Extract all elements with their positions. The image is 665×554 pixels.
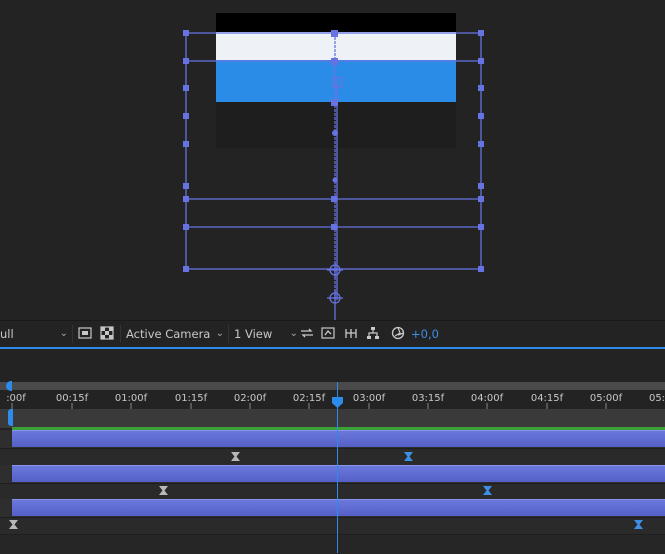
- magnification-dropdown[interactable]: ull ⌄: [0, 325, 73, 343]
- chevron-down-icon: ⌄: [289, 328, 298, 339]
- ruler-label: :00f: [6, 393, 26, 404]
- camera-dropdown[interactable]: Active Camera ⌄: [120, 325, 228, 343]
- viewer-toolbar: ull ⌄ Active Camera ⌄ 1 View ⌄ +0,0: [0, 320, 665, 348]
- work-area-marker[interactable]: [8, 409, 13, 426]
- dark-band: [216, 102, 456, 148]
- composition-viewer[interactable]: [0, 0, 665, 320]
- work-area-start-handle[interactable]: [6, 381, 12, 391]
- composition-track[interactable]: [0, 409, 665, 428]
- ruler-label: 02:00f: [233, 393, 267, 404]
- flowchart-icon[interactable]: [366, 326, 380, 340]
- ruler-label: 05:: [648, 393, 665, 404]
- ruler-label: 03:15f: [411, 393, 445, 404]
- property-track[interactable]: [0, 448, 665, 466]
- ruler-label: 02:15f: [292, 393, 326, 404]
- ruler-label: 04:00f: [470, 393, 504, 404]
- exposure-icon[interactable]: [391, 326, 405, 340]
- region-of-interest-icon[interactable]: [78, 326, 92, 340]
- camera-label: Active Camera: [126, 327, 211, 341]
- keyframe-selected-icon[interactable]: [633, 519, 644, 530]
- checkerboard-icon[interactable]: [100, 326, 114, 340]
- ruler-label: 05:00f: [589, 393, 623, 404]
- ruler-label: 01:00f: [114, 393, 148, 404]
- empty-track: [0, 534, 665, 554]
- chevron-down-icon: ⌄: [59, 328, 68, 339]
- blue-band: [216, 60, 456, 102]
- views-label: 1 View: [234, 327, 273, 341]
- keyframe-icon[interactable]: [8, 519, 19, 530]
- magnification-label: ull: [0, 327, 14, 341]
- keyframe-icon[interactable]: [230, 451, 241, 462]
- viewer-canvas[interactable]: [0, 0, 665, 320]
- 3d-view-icon[interactable]: [300, 326, 314, 340]
- keyframe-selected-icon[interactable]: [482, 485, 493, 496]
- property-track[interactable]: [0, 517, 665, 535]
- keyframe-icon[interactable]: [158, 485, 169, 496]
- timeline-icon[interactable]: [344, 326, 358, 340]
- ruler-label: 03:00f: [352, 393, 386, 404]
- work-area-bar[interactable]: [0, 382, 665, 390]
- chevron-down-icon: ⌄: [215, 328, 224, 339]
- layer-duration-bar[interactable]: [12, 430, 665, 447]
- black-band: [216, 13, 456, 32]
- ruler-label: 04:15f: [530, 393, 564, 404]
- ruler-label: 00:15f: [55, 393, 89, 404]
- layer-duration-bar[interactable]: [12, 465, 665, 482]
- playhead-icon[interactable]: [331, 396, 344, 409]
- property-track[interactable]: [0, 483, 665, 500]
- keyframe-selected-icon[interactable]: [403, 451, 414, 462]
- exposure-offset-value[interactable]: +0,0: [411, 326, 439, 342]
- ruler-label: 01:15f: [174, 393, 208, 404]
- fast-preview-icon[interactable]: [321, 326, 335, 340]
- views-dropdown[interactable]: 1 View ⌄: [228, 325, 302, 343]
- layer-duration-bar[interactable]: [12, 499, 665, 516]
